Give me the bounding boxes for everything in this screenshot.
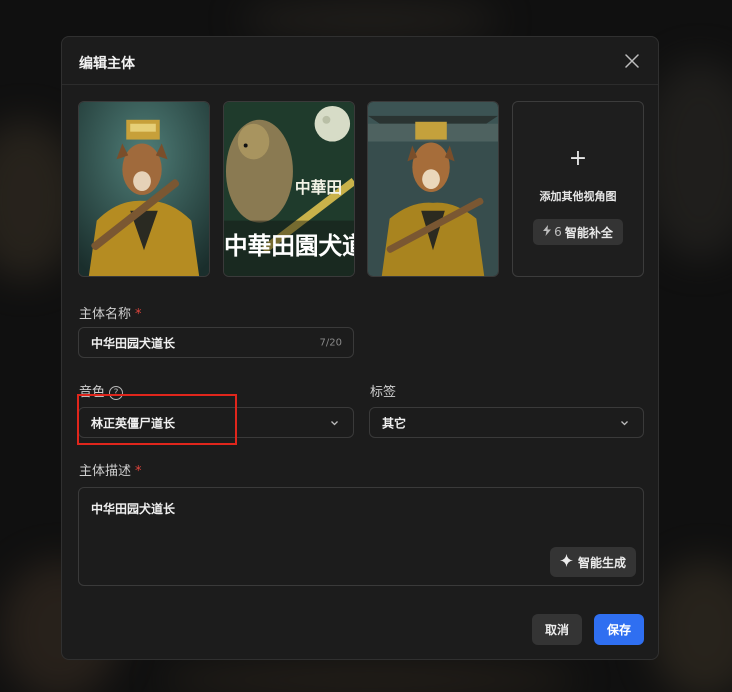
lightning-icon bbox=[543, 225, 552, 239]
reference-image-1[interactable] bbox=[78, 101, 210, 277]
edit-subject-dialog: 编辑主体 中華田 中華田園犬道 + 添加其他视角图 6 智能补全 主体名称 * … bbox=[61, 36, 659, 660]
smart-generate-button[interactable]: 智能生成 bbox=[550, 547, 636, 577]
voice-select[interactable]: 林正英僵尸道长 bbox=[78, 407, 354, 438]
tag-select[interactable]: 其它 bbox=[369, 407, 644, 438]
tag-value: 其它 bbox=[382, 416, 407, 430]
description-label: 主体描述 * bbox=[79, 464, 142, 479]
voice-value: 林正英僵尸道长 bbox=[91, 416, 176, 430]
chevron-down-icon bbox=[331, 420, 338, 425]
add-view-card[interactable]: + 添加其他视角图 6 智能补全 bbox=[512, 101, 644, 277]
name-input[interactable]: 中华田园犬道长 7/20 bbox=[78, 327, 354, 358]
voice-label: 音色? bbox=[79, 381, 124, 400]
name-label: 主体名称 * bbox=[79, 307, 142, 322]
description-textarea[interactable]: 中华田园犬道长 智能生成 bbox=[78, 487, 644, 586]
reference-image-2[interactable]: 中華田 中華田園犬道 bbox=[223, 101, 355, 277]
cancel-button[interactable]: 取消 bbox=[532, 614, 582, 645]
save-button[interactable]: 保存 bbox=[594, 614, 644, 645]
description-value: 中华田园犬道长 bbox=[91, 502, 176, 516]
smart-generate-label: 智能生成 bbox=[577, 555, 626, 570]
smart-fill-label: 智能补全 bbox=[564, 225, 613, 240]
add-view-label: 添加其他视角图 bbox=[539, 190, 617, 203]
dialog-title: 编辑主体 bbox=[79, 56, 135, 72]
header-divider bbox=[62, 84, 658, 85]
chevron-down-icon bbox=[621, 420, 628, 425]
smart-fill-cost: 6 bbox=[554, 225, 562, 239]
plus-icon: + bbox=[568, 146, 588, 171]
image-2-caption-top: 中華田 bbox=[295, 178, 342, 197]
sparkle-icon bbox=[559, 554, 573, 570]
name-char-count: 7/20 bbox=[319, 337, 342, 348]
close-icon[interactable] bbox=[624, 53, 640, 69]
smart-fill-button[interactable]: 6 智能补全 bbox=[533, 219, 623, 245]
name-value: 中华田园犬道长 bbox=[91, 336, 176, 350]
help-icon: ? bbox=[109, 386, 124, 400]
reference-image-3[interactable] bbox=[367, 101, 499, 277]
image-2-caption: 中華田園犬道 bbox=[224, 232, 354, 260]
tag-label: 标签 bbox=[370, 385, 397, 400]
